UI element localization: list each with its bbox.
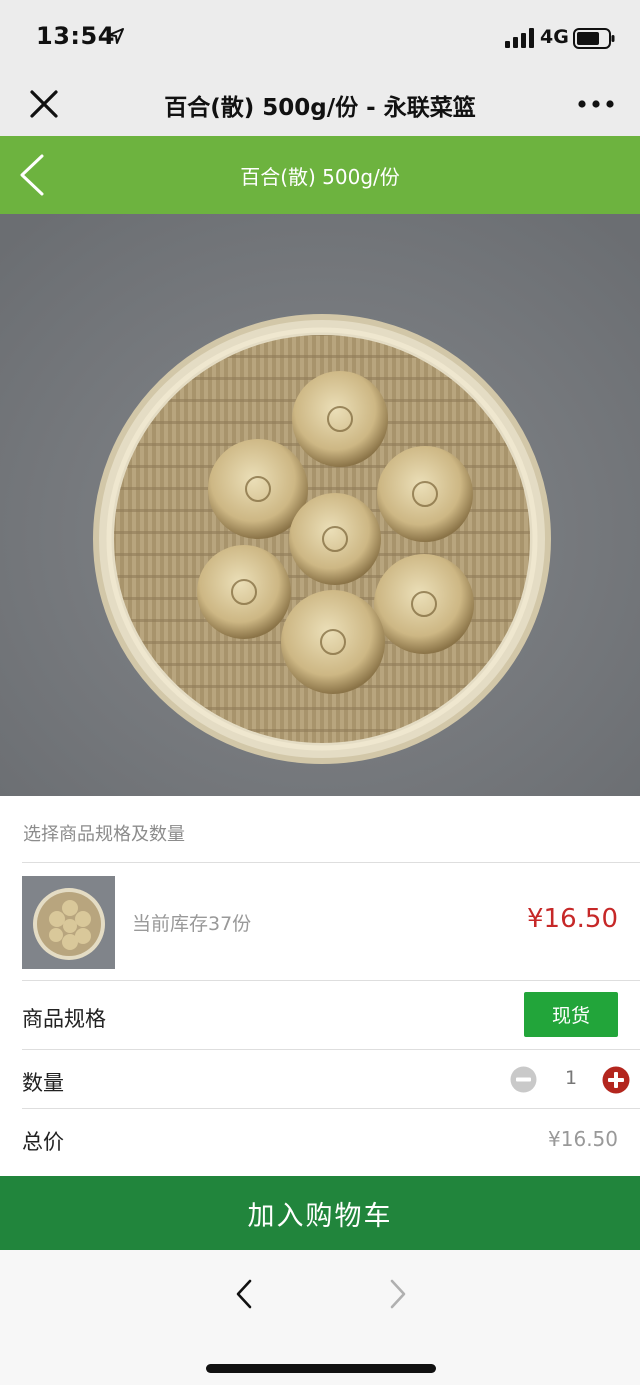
location-arrow-icon — [108, 28, 124, 44]
quantity-value[interactable]: 1 — [556, 1067, 586, 1089]
product-price: ¥16.50 — [527, 904, 618, 934]
signal-icon — [505, 28, 534, 48]
home-indicator — [206, 1364, 436, 1373]
total-label: 总价 — [22, 1130, 64, 1154]
browser-forward-icon[interactable] — [386, 1276, 410, 1312]
app-header: 百合(散) 500g/份 — [0, 136, 640, 214]
total-value: ¥16.50 — [548, 1127, 618, 1151]
add-to-cart-button[interactable]: 加入购物车 — [0, 1176, 640, 1250]
browser-back-icon[interactable] — [232, 1276, 256, 1312]
browser-bottom-bar — [0, 1250, 640, 1385]
product-thumbnail — [22, 876, 115, 969]
page-title: 百合(散) 500g/份 - 永联菜篮 — [164, 95, 476, 121]
header-title: 百合(散) 500g/份 — [240, 165, 400, 189]
quantity-label: 数量 — [22, 1071, 64, 1095]
wechat-nav-bar: 百合(散) 500g/份 - 永联菜篮 — [0, 74, 640, 136]
minus-icon[interactable] — [510, 1066, 537, 1093]
battery-icon — [573, 28, 615, 49]
lily-bulbs-thumbnail-icon — [22, 876, 115, 969]
spec-option-button[interactable]: 现货 — [524, 992, 618, 1037]
spec-prompt: 选择商品规格及数量 — [23, 824, 185, 845]
close-icon[interactable] — [26, 86, 62, 122]
more-icon[interactable] — [576, 92, 616, 116]
divider — [22, 1108, 640, 1109]
spec-label: 商品规格 — [22, 1007, 106, 1031]
back-chevron-icon[interactable] — [16, 152, 50, 198]
lily-bulbs-on-bamboo-tray-icon — [0, 214, 640, 796]
network-type: 4G — [540, 26, 569, 48]
status-bar: 13:54 4G — [0, 0, 640, 74]
status-time: 13:54 — [36, 22, 115, 50]
divider — [22, 1049, 640, 1050]
stock-text: 当前库存37份 — [132, 913, 252, 935]
divider — [22, 862, 640, 863]
product-image — [0, 214, 640, 796]
divider — [22, 980, 640, 981]
plus-icon[interactable] — [602, 1066, 630, 1094]
